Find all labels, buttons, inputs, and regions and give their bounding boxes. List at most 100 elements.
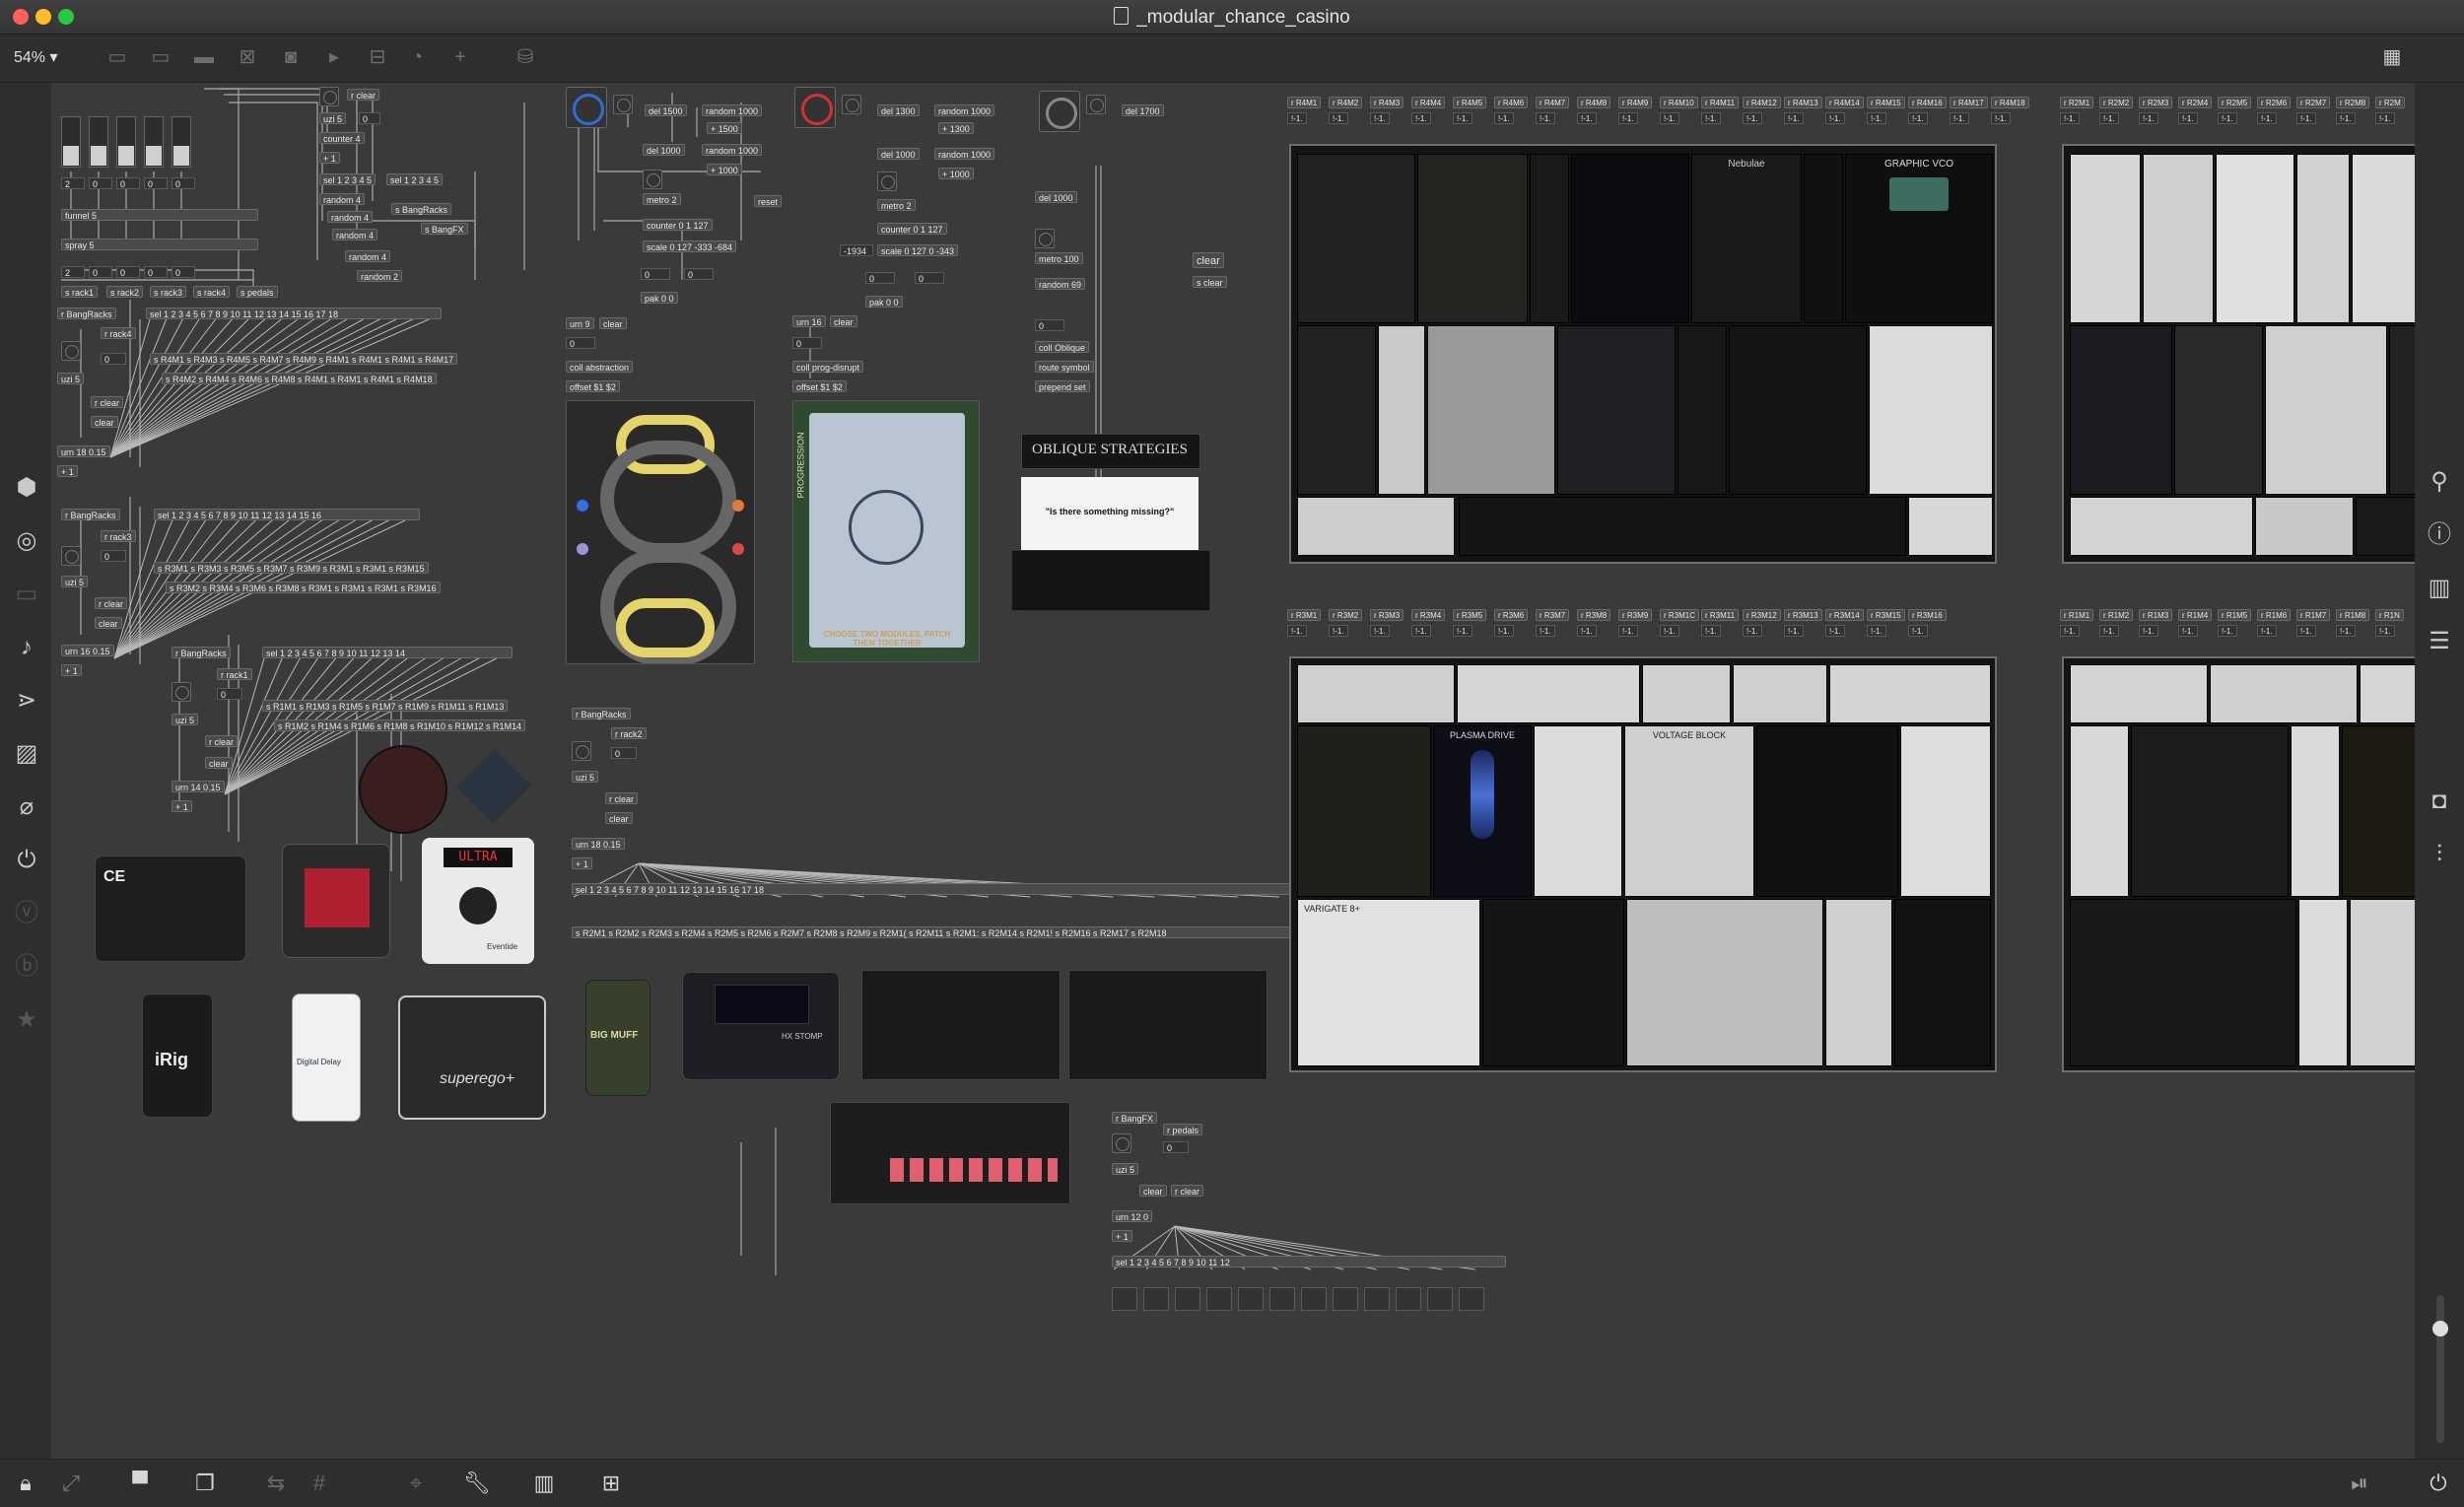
module-panel[interactable] [2070,325,2172,495]
fader-4[interactable] [144,116,164,168]
pak-object[interactable]: pak 0 0 [641,292,678,304]
target-icon[interactable]: ◎ [12,526,41,556]
random-object[interactable]: random 4 [319,193,366,205]
module-panel[interactable] [1677,325,1727,495]
pedal-ce[interactable]: CE [95,856,246,962]
paperclip-icon[interactable]: ⌀ [12,792,41,822]
urn-object[interactable]: urn 16 0.15 [61,645,114,656]
receive-module[interactable]: r R2M7 [2296,97,2331,108]
reset-message[interactable]: reset [754,195,783,207]
number-box[interactable]: 0 [865,272,895,284]
receive-bangfx[interactable]: r BangFX [1112,1112,1158,1124]
number-box[interactable]: 0 [1035,319,1064,331]
module-panel[interactable] [1642,664,1731,723]
bang-button[interactable] [319,87,339,106]
module-panel[interactable] [1297,154,1415,323]
random-object[interactable]: random 2 [357,270,403,282]
receive-module[interactable]: r R4M15 [1867,97,1905,108]
vst-icon[interactable]: ⓥ [12,899,41,928]
select-object[interactable]: sel 1 2 3 4 5 6 7 8 9 10 11 12 13 14 15 … [146,308,442,319]
send-group[interactable]: s R1M2 s R1M4 s R1M6 s R1M8 s R1M10 s R1… [274,719,526,731]
module-panel[interactable] [1908,497,1993,556]
module-panel[interactable] [1297,325,1376,495]
receive-clear[interactable]: r clear [347,89,380,101]
urn-object[interactable]: urn 14 0.15 [171,781,225,792]
plus-object[interactable]: + 1300 [938,122,974,134]
number-box[interactable]: 0 [89,177,112,189]
receive-module[interactable]: r R3M6 [1494,609,1529,621]
select-object[interactable]: sel 1 2 3 4 5 6 7 8 9 10 11 12 13 14 15 … [572,883,1319,895]
receive-module[interactable]: r R1M7 [2296,609,2331,621]
module-panel[interactable] [1482,899,1624,1066]
number-box[interactable]: 2 [61,177,85,189]
counter-object[interactable]: counter 0 1 127 [877,223,947,235]
receive-module[interactable]: r R2M8 [2336,97,2370,108]
receive-clear[interactable]: r clear [1171,1185,1204,1197]
random-object[interactable]: random 1000 [934,104,995,116]
pedal-outlet-box[interactable] [1175,1287,1200,1311]
clear-message[interactable]: clear [830,315,857,327]
receive-module[interactable]: r R4M4 [1411,97,1446,108]
grid-icon[interactable]: # [306,1470,333,1497]
pedal-boss-delay[interactable]: Digital Delay [292,993,361,1122]
module-panel[interactable] [1297,664,1455,723]
module-panel[interactable] [2265,325,2387,495]
delay-object[interactable]: del 1000 [1035,191,1077,203]
eurorack-rack-4[interactable]: Nebulae GRAPHIC VCO [1289,144,1997,564]
info-icon[interactable]: ⓘ [2425,520,2454,550]
clear-message[interactable]: clear [605,812,633,824]
number-box[interactable]: 0 [171,177,195,189]
receive-module[interactable]: r R4M10 [1660,97,1698,108]
pedal-outlet-box[interactable] [1238,1287,1264,1311]
plus-object[interactable]: + 1000 [938,168,974,179]
eurorack-rack-3[interactable]: PLASMA DRIVE VOLTAGE BLOCK VARIGATE 8+ [1289,656,1997,1072]
module-panel[interactable] [1427,325,1555,495]
pedal-irig[interactable]: iRig [142,993,213,1118]
keyboard-grid-icon[interactable]: ⊞ [597,1470,625,1497]
volume-slider-knob[interactable] [2432,1321,2448,1336]
delay-object[interactable]: del 1700 [1122,104,1164,116]
urn-object[interactable]: urn 16 [792,315,826,327]
receive-module[interactable]: r R2M2 [2099,97,2134,108]
plus-object[interactable]: + 1 [171,800,192,812]
offset-message[interactable]: offset $1 $2 [566,380,620,392]
plus-object[interactable]: + 1 [319,152,340,164]
toggle-icon[interactable]: ⊠ [235,44,260,70]
module-panel[interactable] [1829,664,1991,723]
pedal-outlet-box[interactable] [1269,1287,1295,1311]
packages-icon[interactable]: ⬢ [12,473,41,503]
receive-module[interactable]: r R4M13 [1784,97,1822,108]
receive-module[interactable]: r R2M [2375,97,2405,108]
send-bangfx[interactable]: s BangFX [421,223,468,235]
send-group[interactable]: s R3M2 s R3M4 s R3M6 s R3M8 s R3M1 s R3M… [166,582,441,593]
offset-message[interactable]: offset $1 $2 [792,380,847,392]
module-panel[interactable] [1534,725,1622,897]
bang-button[interactable] [1112,1133,1131,1153]
clear-message[interactable]: clear [95,617,122,629]
send-bangracks[interactable]: s BangRacks [391,203,452,215]
send-rack3[interactable]: s rack3 [150,286,187,298]
module-panel[interactable] [2070,899,2296,1066]
receive-module[interactable]: r R1M4 [2178,609,2213,621]
comment-icon[interactable]: ▬ [191,44,217,70]
receive-module[interactable]: r R2M4 [2178,97,2213,108]
module-panel[interactable] [2070,725,2129,897]
plus-object[interactable]: + 1 [61,664,82,676]
dial-icon[interactable]: ◔ [404,44,430,70]
module-panel[interactable] [2342,725,2415,897]
receive-module[interactable]: r R3M12 [1743,609,1781,621]
button-icon[interactable]: ◙ [278,44,304,70]
receive-module[interactable]: r R4M17 [1950,97,1988,108]
module-panel[interactable] [2070,154,2141,323]
receive-module[interactable]: r R3M1C [1660,609,1700,621]
receive-module[interactable]: r R1N [2375,609,2404,621]
clear-message[interactable]: clear [599,317,627,329]
random-object[interactable]: random 1000 [702,104,763,116]
module-panel[interactable] [1825,899,1892,1066]
pedal-outlet-box[interactable] [1364,1287,1390,1311]
uzi-object[interactable]: uzi 5 [572,771,599,783]
pedal-outlet-box[interactable] [1459,1287,1484,1311]
receive-clear[interactable]: r clear [605,792,639,804]
module-panel[interactable] [2070,497,2253,556]
receive-bangracks[interactable]: r BangRacks [61,509,120,520]
